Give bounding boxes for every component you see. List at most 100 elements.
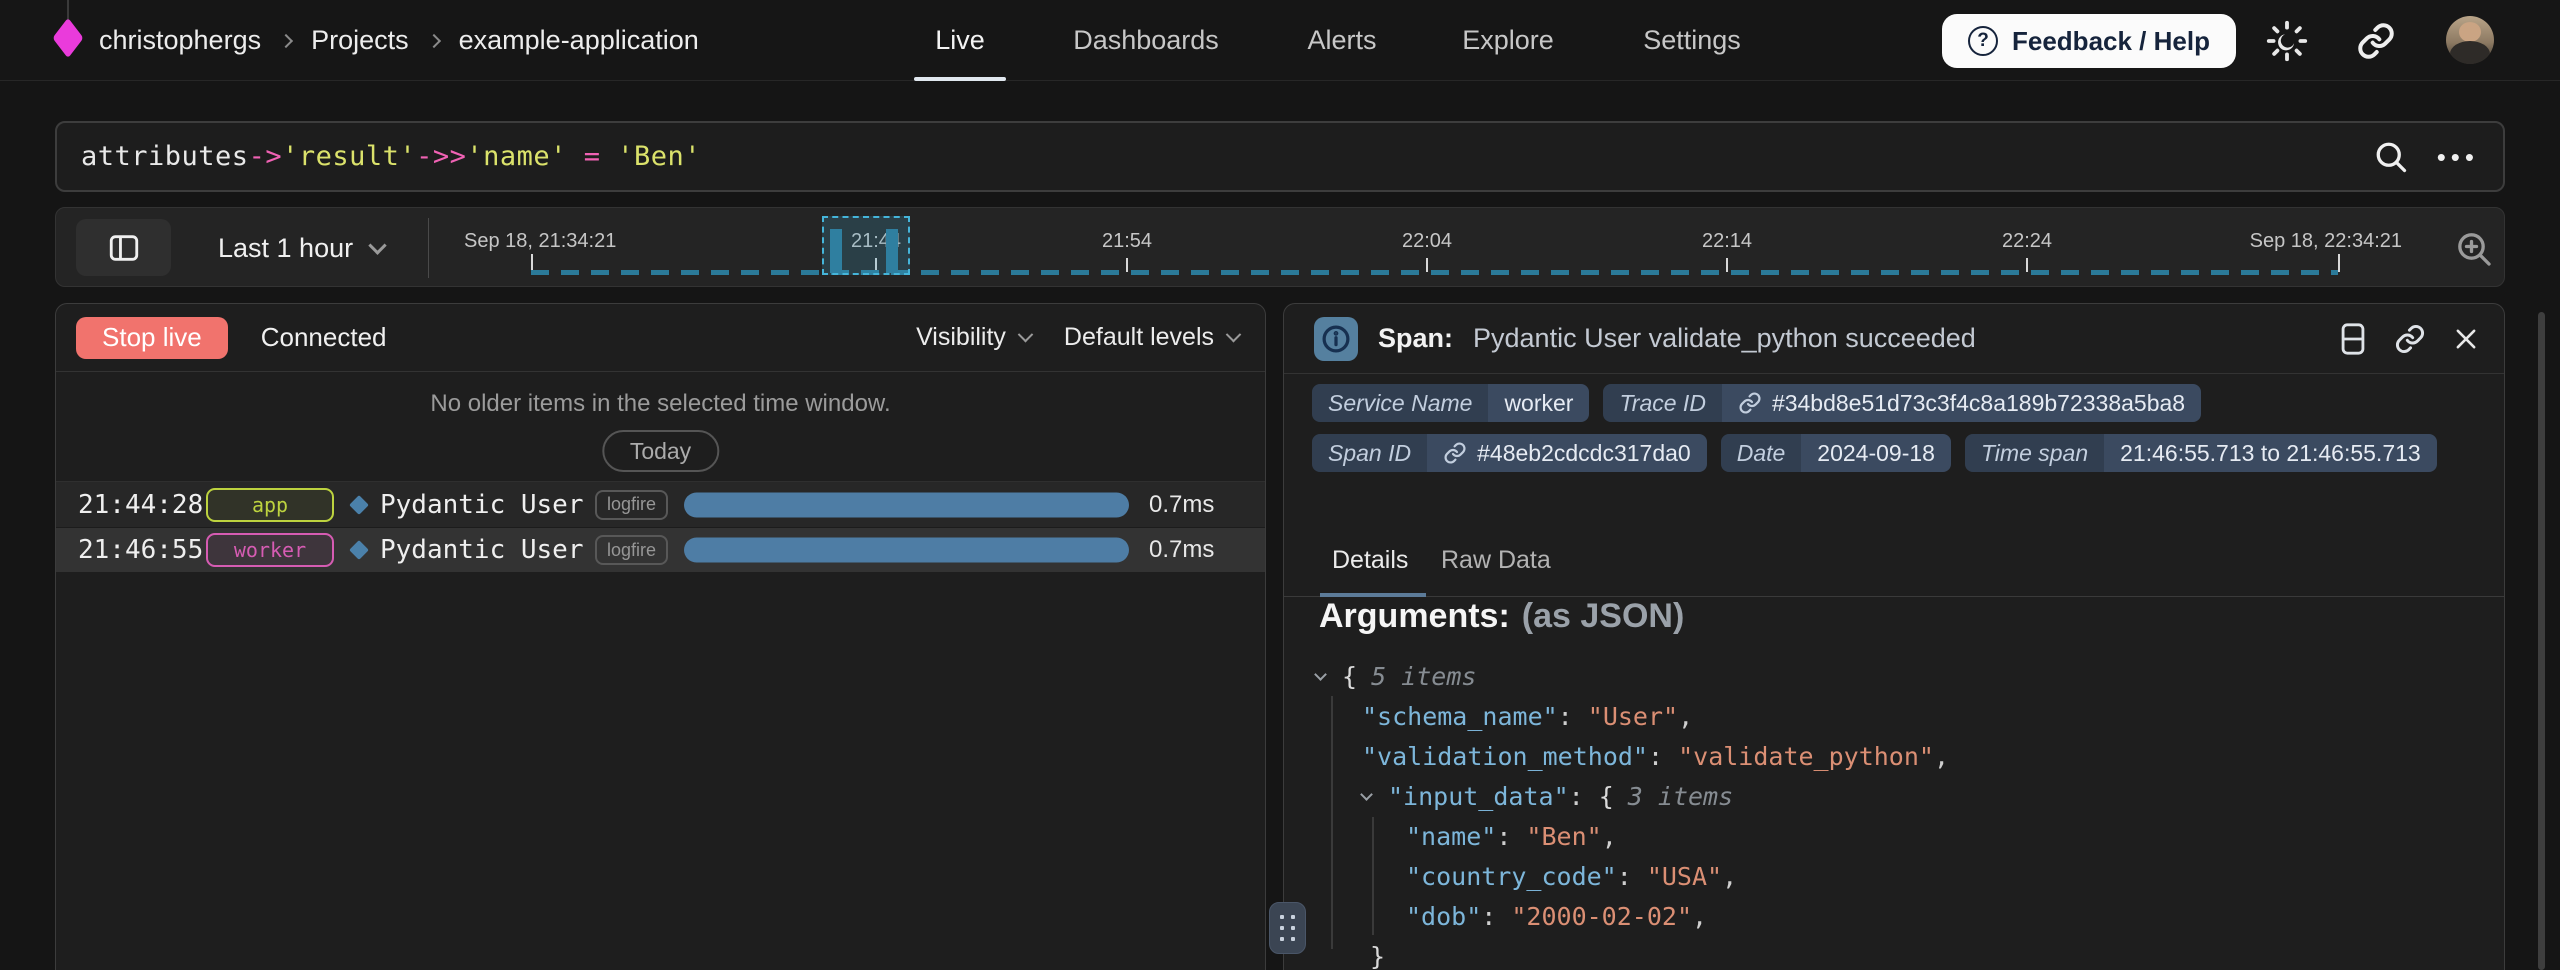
timeline-selection[interactable] [822,216,910,275]
span-title: Pydantic User validate_python succeeded [1473,323,2318,354]
zoom-in-icon [2454,229,2494,269]
tab-dashboards[interactable]: Dashboards [1073,0,1219,81]
copy-link-button[interactable] [2352,17,2400,65]
histogram-bar [830,229,842,273]
timeline-track[interactable] [531,270,2338,275]
log-row[interactable]: 21:44:28 app Pydantic User logfire 0.7ms [56,482,1265,527]
trace-id-value: #34bd8e51d73c3f4c8a189b72338a5ba8 [1772,390,2185,417]
detail-tabs: Details Raw Data [1284,532,2504,597]
close-panel-button[interactable] [2452,325,2480,353]
empty-state-message: No older items in the selected time wind… [56,390,1265,418]
scope-badge: logfire [595,490,668,520]
tab-live[interactable]: Live [935,0,985,81]
timebar-divider [428,218,429,278]
query-bar[interactable]: attributes->'result'->>'name' = 'Ben' ••… [55,121,2505,192]
empty-state: No older items in the selected time wind… [56,372,1265,481]
arguments-heading: Arguments:(as JSON) [1319,597,1684,636]
query-more-menu[interactable]: ••• [2437,144,2479,170]
span-kind-label: Span: [1378,323,1453,354]
vertical-scrollbar[interactable] [2538,312,2545,970]
breadcrumb-project-name[interactable]: example-application [459,25,699,56]
arguments-suffix: (as JSON) [1522,597,1685,635]
query-token-string: 'Ben' [617,141,701,172]
tab-details[interactable]: Details [1332,546,1408,575]
span-id-badge[interactable]: Span ID #48eb2cdcdc317da0 [1312,434,1707,472]
timeline-zoom-button[interactable] [2454,229,2494,269]
tab-raw-data[interactable]: Raw Data [1441,546,1551,575]
span-meta-badges-row-2: Span ID #48eb2cdcdc317da0 Date 2024-09-1… [1312,434,2437,472]
json-value: "validate_python" [1678,742,1934,771]
indent-guide [1372,817,1374,935]
tick-label: 22:14 [1702,230,1752,253]
theme-toggle-button[interactable] [2263,17,2311,65]
collapse-chevron-icon[interactable] [1316,674,1342,679]
log-row-time: 21:46:55 [78,535,203,565]
log-row-time: 21:44:28 [78,490,203,520]
tick-label-start: Sep 18, 21:34:21 [464,230,616,253]
date-value: 2024-09-18 [1801,434,1951,472]
json-key: "input_data" [1388,782,1569,811]
query-token-operator: = [567,141,617,172]
log-list: 21:44:28 app Pydantic User logfire 0.7ms… [56,481,1265,572]
log-row-selected[interactable]: 21:46:55 worker Pydantic User logfire 0.… [56,527,1265,572]
json-line: "name": "Ben", [1284,816,2504,856]
tab-explore[interactable]: Explore [1462,0,1554,81]
visibility-dropdown[interactable]: Visibility [916,323,1031,352]
time-span-value: 21:46:55.713 to 21:46:55.713 [2104,434,2437,472]
query-input[interactable]: attributes->'result'->>'name' = 'Ben' [81,141,2373,172]
time-range-dropdown[interactable]: Last 1 hour [218,208,384,288]
today-chip[interactable]: Today [602,430,719,472]
logfire-logo-icon[interactable] [52,18,83,58]
avatar-body [2450,41,2490,64]
stop-live-button[interactable]: Stop live [76,317,228,359]
tab-settings[interactable]: Settings [1643,0,1741,81]
tab-alerts[interactable]: Alerts [1307,0,1376,81]
help-circle-icon: ? [1968,26,1998,56]
top-navigation: christophergs Projects example-applicati… [0,0,2560,81]
json-line: "country_code": "USA", [1284,856,2504,896]
trace-id-badge[interactable]: Trace ID #34bd8e51d73c3f4c8a189b72338a5b… [1603,384,2201,422]
panel-resize-handle[interactable] [1269,902,1306,954]
copy-span-link-button[interactable] [2394,323,2426,355]
badge-label: Trace ID [1603,384,1721,422]
tick-label: 22:24 [2002,230,2052,253]
log-row-name: Pydantic User [380,535,584,565]
link-icon [2356,21,2396,61]
json-line: "schema_name": "User", [1284,696,2504,736]
panel-left-icon [107,231,141,265]
user-avatar[interactable] [2446,16,2494,64]
sidebar-toggle-button[interactable] [76,219,171,276]
tick-label-end: Sep 18, 22:34:21 [2250,230,2402,253]
breadcrumb-account[interactable]: christophergs [99,25,261,56]
default-levels-dropdown[interactable]: Default levels [1064,323,1239,352]
badge-value: worker [1488,384,1589,422]
query-token-string: 'result' [282,141,416,172]
json-tree: {5 items "schema_name": "User", "validat… [1284,656,2504,970]
item-count-note: 5 items [1371,662,1476,691]
badge-label: Date [1721,434,1802,472]
close-icon [2452,325,2480,353]
logfire-app: christophergs Projects example-applicati… [0,0,2560,970]
collapse-chevron-icon[interactable] [1362,794,1388,799]
connection-status: Connected [261,322,387,353]
breadcrumb-projects[interactable]: Projects [311,25,409,56]
span-detail-header: Span: Pydantic User validate_python succ… [1284,304,2504,374]
live-view-panel: Stop live Connected Visibility Default l… [55,303,1266,970]
query-token-identifier: attributes [81,141,249,172]
date-badge: Date 2024-09-18 [1721,434,1951,472]
json-key: "validation_method" [1362,742,1648,771]
service-tag-badge: worker [206,533,334,567]
avatar-head [2459,22,2481,42]
json-key: "schema_name" [1362,702,1558,731]
split-view-button[interactable] [2338,322,2368,356]
feedback-help-button[interactable]: ? Feedback / Help [1942,14,2236,68]
scope-badge: logfire [595,535,668,565]
query-token-operator: -> [249,141,283,172]
json-key: "dob" [1406,902,1481,931]
time-range-label: Last 1 hour [218,233,353,264]
badge-label: Time span [1965,434,2104,472]
service-name-badge: Service Name worker [1312,384,1589,422]
link-icon [2394,323,2426,355]
service-tag-badge: app [206,488,334,522]
search-icon[interactable] [2373,139,2409,175]
